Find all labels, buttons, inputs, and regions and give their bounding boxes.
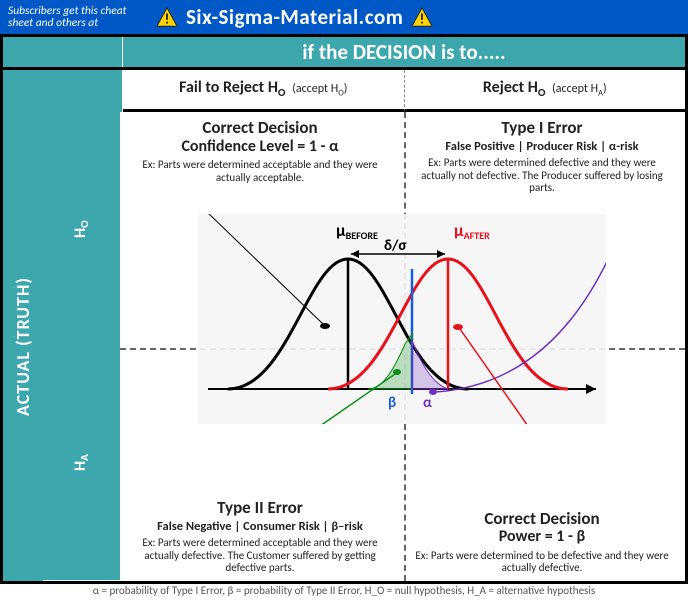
matrix-body: Correct Decision Confidence Level = 1 - … [120, 112, 688, 584]
quad-correct-confidence: Correct Decision Confidence Level = 1 - … [120, 114, 400, 188]
subscribe-note: Subscribers get this cheat sheet and oth… [8, 5, 148, 29]
row-ha: HA [43, 346, 120, 581]
br-title2: Power = 1 - β [414, 528, 670, 546]
top-bar: Subscribers get this cheat sheet and oth… [0, 0, 688, 34]
tl-title1: Correct Decision [130, 118, 390, 138]
quad-type1-error: Type I Error False Positive | Producer R… [404, 114, 680, 199]
bl-title1: Type II Error [130, 498, 390, 518]
br-example: Ex: Parts were determined to be defectiv… [414, 550, 670, 575]
normal-distribution-figure: μBEFORE μAFTER δ/σ β α [198, 214, 606, 424]
warning-icon-left [156, 7, 178, 27]
row-ho: HO [43, 112, 120, 346]
bl-subline: False Negative | Consumer Risk | β–risk [130, 520, 390, 534]
col-fail-label: Fail to Reject HO (accept HO) [179, 78, 347, 100]
actual-truth-label: ACTUAL (TRUTH) [3, 112, 43, 581]
tr-title1: Type I Error [414, 118, 670, 138]
header-sub-blank [3, 70, 123, 112]
quad-correct-power: Correct Decision Power = 1 - β Ex: Parts… [404, 505, 680, 579]
col-reject-label: Reject HO (accept HA) [483, 78, 607, 100]
header-sub-row: Fail to Reject HO (accept HO) Reject HO … [0, 70, 688, 112]
row-labels: HO HA [43, 112, 120, 581]
svg-text:δ/σ: δ/σ [384, 237, 407, 255]
tr-subline: False Positive | Producer Risk | α-risk [414, 140, 670, 154]
header-decision-row: if the DECISION is to..... [0, 34, 688, 70]
col-reject: Reject HO (accept HA) [405, 70, 686, 112]
page-root: Subscribers get this cheat sheet and oth… [0, 0, 688, 601]
footer-legend: α = probability of Type I Error, β = pro… [10, 584, 678, 597]
svg-text:μAFTER: μAFTER [454, 220, 490, 242]
tl-example: Ex: Parts were determined acceptable and… [130, 159, 390, 184]
col-fail-to-reject: Fail to Reject HO (accept HO) [123, 70, 405, 112]
header-blank [3, 37, 123, 67]
decision-matrix: if the DECISION is to..... Fail to Rejec… [0, 34, 688, 584]
svg-text:α: α [423, 394, 432, 412]
svg-text:μBEFORE: μBEFORE [336, 220, 378, 242]
svg-text:β: β [388, 394, 396, 412]
row-spine: ACTUAL (TRUTH) HO HA [0, 112, 120, 584]
tl-title2: Confidence Level = 1 - α [130, 138, 390, 156]
tr-example: Ex: Parts were determined defective and … [414, 157, 670, 195]
warning-icon-right [411, 7, 433, 27]
site-title: Six-Sigma-Material.com [186, 4, 403, 30]
br-title1: Correct Decision [414, 509, 670, 529]
quad-type2-error: Type II Error False Negative | Consumer … [120, 494, 400, 579]
header-decision-title: if the DECISION is to..... [123, 37, 685, 67]
bl-example: Ex: Parts were determined acceptable and… [130, 537, 390, 575]
